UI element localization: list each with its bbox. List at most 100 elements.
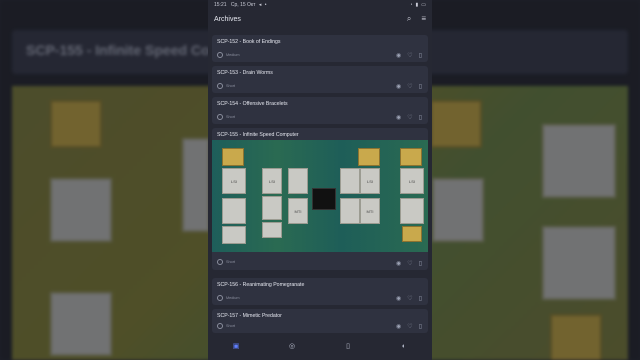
- list-item[interactable]: SCP-157 - Mimetic Predator Short ◉ ♡ ▯: [212, 309, 428, 333]
- list-item-actions: ◉ ♡ ▯: [396, 114, 422, 121]
- chip: [340, 198, 360, 224]
- list-item[interactable]: SCP-152 - Book of Endings Medium ◉ ♡ ▯: [212, 35, 428, 62]
- app-header: Archives ⌕ ≡: [208, 10, 432, 28]
- clock-icon: [217, 114, 223, 120]
- chip: [262, 222, 282, 238]
- status-time: 15:21: [214, 2, 227, 8]
- list-item-actions: ◉ ♡ ▯: [396, 323, 422, 330]
- eye-icon[interactable]: ◉: [396, 52, 401, 59]
- list-item-actions: ◉ ♡ ▯: [396, 52, 422, 59]
- header-actions: ⌕ ≡: [407, 14, 426, 24]
- phone-frame: 15:21 Ср, 15 Окт ◂ • ◔ ▮ ▭ Archives ⌕ ≡ …: [208, 0, 432, 360]
- gold-pad: [358, 148, 380, 166]
- list-item-title: SCP-156 - Reanimating Pomegranate: [217, 282, 305, 288]
- list-item-class: Medium: [226, 296, 240, 300]
- mti-chip: MTI: [288, 198, 308, 224]
- compass-icon[interactable]: ◎: [287, 341, 297, 351]
- clock-icon: [217, 83, 223, 89]
- list-item-actions: ◉ ♡ ▯: [396, 295, 422, 302]
- lsi-chip: LSI: [400, 168, 424, 194]
- list-item[interactable]: SCP-153 - Drain Worms Short ◉ ♡ ▯: [212, 66, 428, 93]
- chip: [222, 226, 246, 244]
- bookmark-icon[interactable]: ▯: [419, 83, 422, 90]
- heart-icon[interactable]: ♡: [407, 52, 412, 59]
- list-item-title: SCP-153 - Drain Worms: [217, 70, 273, 76]
- eye-icon[interactable]: ◉: [396, 323, 401, 330]
- signal-icon: ▮: [415, 2, 419, 8]
- eye-icon[interactable]: ◉: [396, 295, 401, 302]
- wifi-icon: ◔: [409, 2, 413, 8]
- chip: [222, 198, 246, 224]
- lsi-chip: LSI: [360, 168, 380, 194]
- page-title: Archives: [214, 15, 241, 23]
- search-icon[interactable]: ⌕: [407, 14, 411, 24]
- eye-icon[interactable]: ◉: [396, 83, 401, 90]
- clock-icon: [217, 323, 223, 329]
- status-left: 15:21 Ср, 15 Окт ◂ •: [214, 2, 267, 8]
- list-item-meta: Short: [217, 114, 235, 120]
- chip: [262, 196, 282, 220]
- gold-pad: [222, 148, 244, 166]
- chip-label: MTI: [294, 208, 302, 214]
- heart-icon[interactable]: ♡: [407, 114, 412, 121]
- chip-label: MTI: [366, 208, 374, 214]
- bottom-navigation: ▣ ◎ ▯ ◐: [208, 332, 432, 360]
- navigation-icon: ◂: [258, 2, 262, 8]
- list-item[interactable]: SCP-156 - Reanimating Pomegranate Medium…: [212, 278, 428, 305]
- list-item-title: SCP-157 - Mimetic Predator: [217, 313, 282, 319]
- list-item-title: SCP-155 - Infinite Speed Computer: [217, 132, 299, 138]
- gold-pad: [400, 148, 422, 166]
- heart-icon[interactable]: ♡: [407, 323, 412, 330]
- chip: [288, 168, 308, 194]
- bookmark-icon[interactable]: ▯: [419, 295, 422, 302]
- bookmark-icon[interactable]: ▯: [419, 52, 422, 59]
- bookmark-icon[interactable]: ▯: [419, 323, 422, 330]
- lsi-chip: LSI: [222, 168, 246, 194]
- chip: [400, 198, 424, 224]
- list-item-title: SCP-152 - Book of Endings: [217, 39, 281, 45]
- list-item-title: SCP-154 - Offensive Bracelets: [217, 101, 288, 107]
- chip-label: LSI: [408, 178, 415, 184]
- list-item-class: Short: [226, 260, 236, 264]
- bookmark-icon[interactable]: ▯: [419, 114, 422, 121]
- list-item-meta: Short: [217, 83, 235, 89]
- eye-icon[interactable]: ◉: [396, 260, 401, 267]
- lsi-chip: LSI: [262, 168, 282, 194]
- status-bar: 15:21 Ср, 15 Окт ◂ • ◔ ▮ ▭: [208, 0, 432, 10]
- clock-icon: [217, 259, 223, 265]
- heart-icon[interactable]: ♡: [407, 260, 412, 267]
- archive-icon[interactable]: ▣: [231, 341, 241, 351]
- list-item-actions: ◉ ♡ ▯: [396, 83, 422, 90]
- list-item-meta: Short: [217, 323, 235, 329]
- clock-icon: [217, 295, 223, 301]
- list-item-meta: Short: [217, 259, 235, 265]
- gold-pad: [402, 226, 422, 242]
- list-item-meta: Medium: [217, 295, 240, 301]
- dot-icon: •: [264, 2, 267, 8]
- cpu-chip: [312, 188, 336, 210]
- sort-icon[interactable]: ≡: [421, 14, 426, 24]
- status-right: ◔ ▮ ▭: [409, 2, 426, 8]
- list-item-meta: Medium: [217, 52, 240, 58]
- chip: [340, 168, 360, 194]
- list-item-class: Short: [226, 115, 236, 119]
- bookmark-icon[interactable]: ▯: [419, 260, 422, 267]
- list-item-class: Medium: [226, 53, 240, 57]
- list-item-class: Short: [226, 324, 236, 328]
- mti-chip: MTI: [360, 198, 380, 224]
- chip-label: LSI: [230, 178, 237, 184]
- heart-icon[interactable]: ♡: [407, 83, 412, 90]
- list-item-actions: ◉ ♡ ▯: [396, 260, 422, 267]
- bookmark-icon[interactable]: ▯: [343, 341, 353, 351]
- chip-label: LSI: [366, 178, 373, 184]
- clock-icon: [217, 52, 223, 58]
- heart-icon[interactable]: ♡: [407, 295, 412, 302]
- battery-icon: ▭: [421, 2, 426, 8]
- list-item-class: Short: [226, 84, 236, 88]
- random-icon[interactable]: ◐: [399, 341, 409, 351]
- article-image: LSI LSI MTI LSI MTI LSI: [212, 140, 428, 252]
- eye-icon[interactable]: ◉: [396, 114, 401, 121]
- chip-label: LSI: [268, 178, 275, 184]
- status-date: Ср, 15 Окт: [230, 2, 256, 8]
- list-item[interactable]: SCP-154 - Offensive Bracelets Short ◉ ♡ …: [212, 97, 428, 124]
